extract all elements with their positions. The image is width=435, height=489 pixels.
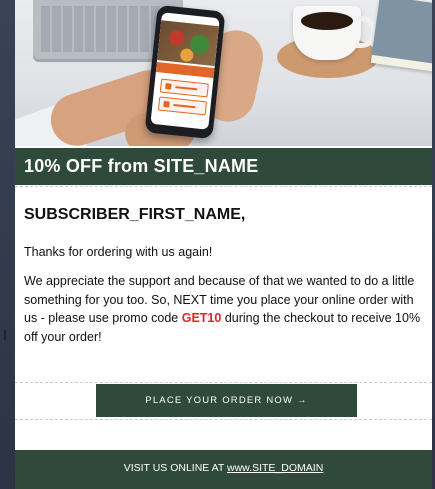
divider bbox=[15, 186, 432, 187]
promo-message: We appreciate the support and because of… bbox=[24, 272, 428, 346]
coffee-cup-graphic bbox=[293, 6, 361, 60]
cta-section: PLACE YOUR ORDER NOW → bbox=[15, 382, 432, 420]
phone-food-image bbox=[157, 20, 219, 67]
footer-banner: VISIT US ONLINE AT www.SITE_DOMAIN bbox=[15, 450, 432, 489]
email-title: 10% OFF from SITE_NAME bbox=[24, 156, 259, 176]
walk-icon bbox=[165, 83, 172, 90]
phone-screen bbox=[150, 12, 220, 130]
phone-delivery-option bbox=[157, 96, 208, 116]
title-banner: 10% OFF from SITE_NAME bbox=[15, 148, 432, 185]
footer-text: VISIT US ONLINE AT www.SITE_DOMAIN bbox=[15, 462, 432, 474]
phone-graphic bbox=[144, 4, 226, 140]
place-order-button[interactable]: PLACE YOUR ORDER NOW → bbox=[96, 384, 357, 417]
footer-prefix: VISIT US ONLINE AT bbox=[123, 462, 228, 474]
thanks-text: Thanks for ordering with us again! bbox=[24, 245, 213, 259]
phone-pickup-option bbox=[159, 78, 209, 98]
coffee-graphic bbox=[301, 12, 353, 30]
car-icon bbox=[163, 100, 170, 108]
phone-option-text bbox=[175, 86, 198, 91]
phone-option-text bbox=[173, 103, 196, 109]
hero-image bbox=[15, 0, 432, 146]
promo-code: GET10 bbox=[181, 311, 222, 325]
email-preview: 10% OFF from SITE_NAME SUBSCRIBER_FIRST_… bbox=[15, 0, 432, 489]
site-link[interactable]: www.SITE_DOMAIN bbox=[227, 462, 323, 474]
greeting-heading: SUBSCRIBER_FIRST_NAME, bbox=[24, 206, 246, 223]
window-edge-marker bbox=[4, 330, 6, 340]
